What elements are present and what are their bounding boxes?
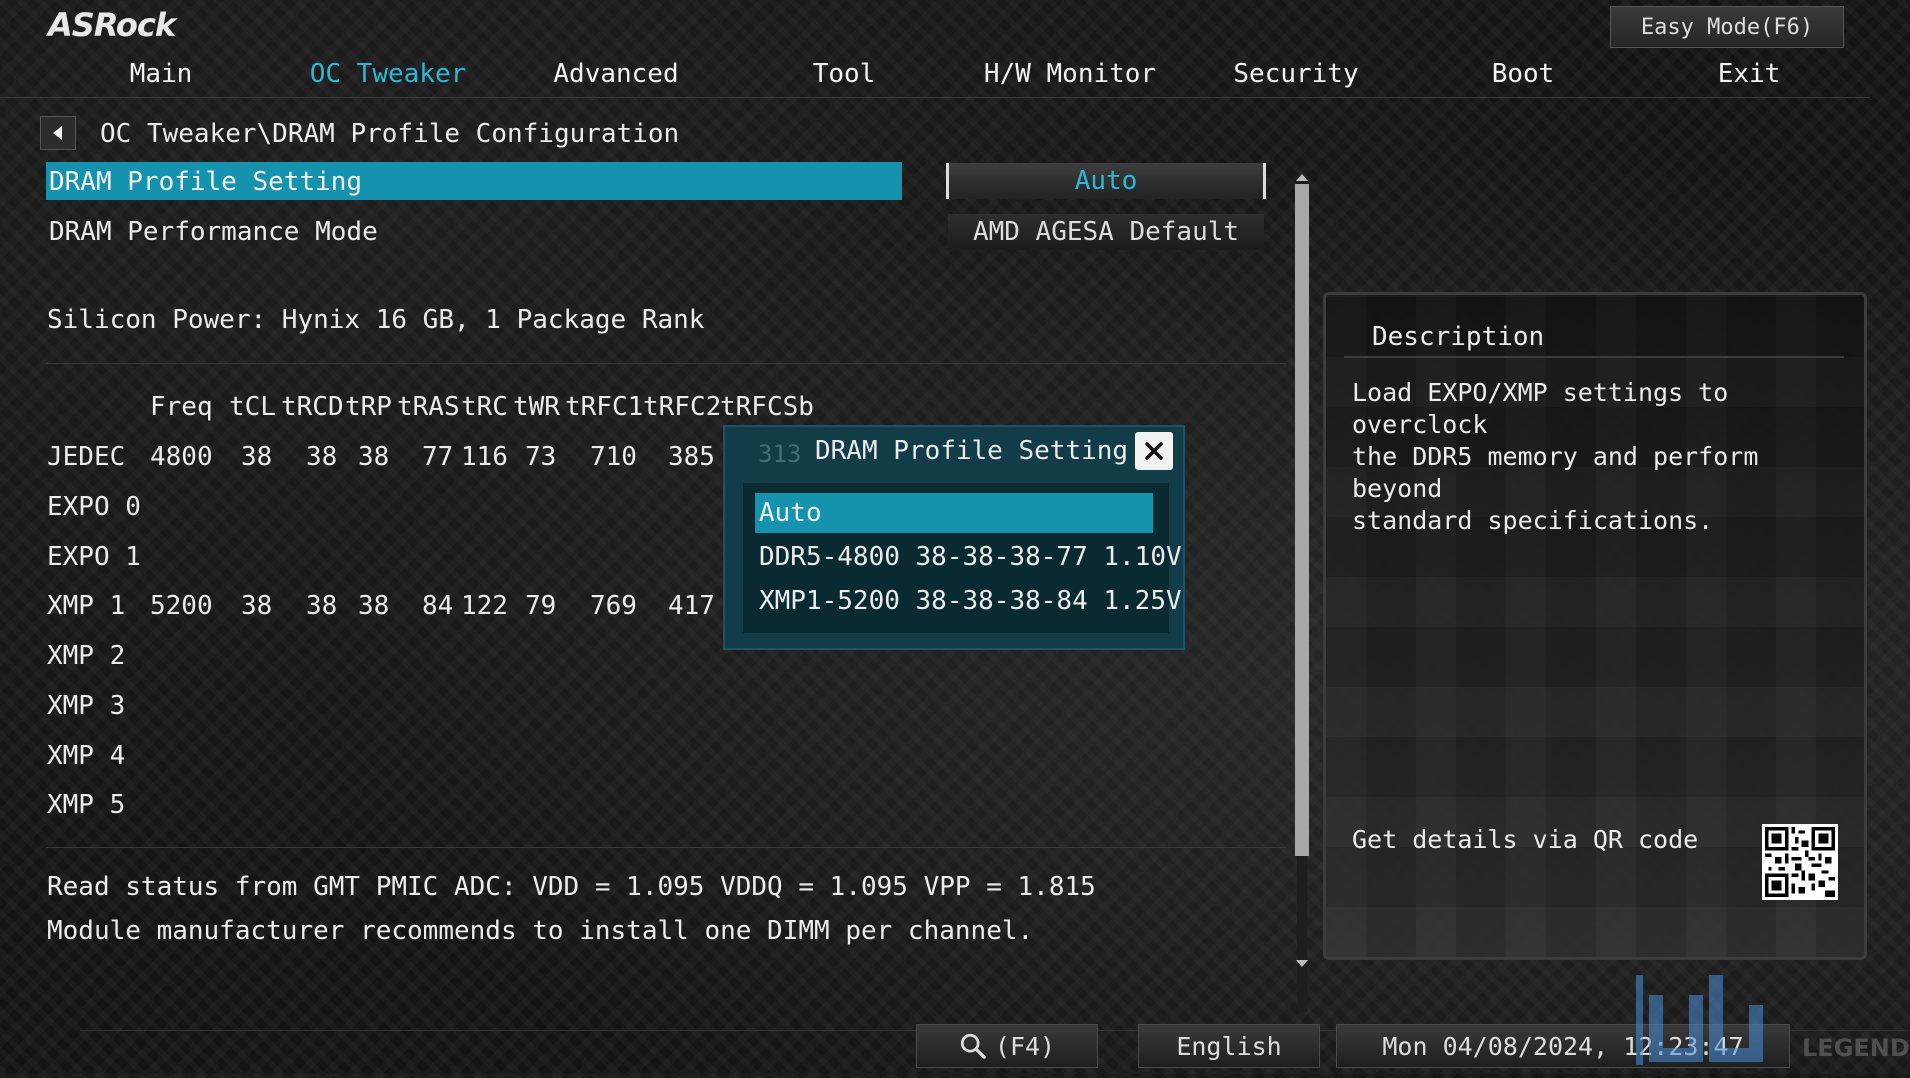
table-cell: 417 [668, 591, 715, 621]
scroll-down-icon[interactable] [1296, 960, 1308, 967]
table-cell: 79 [525, 591, 557, 621]
legend-watermark-logo: LEGEND [1629, 955, 1910, 1074]
divider [46, 363, 1286, 364]
table-cell: 77 [422, 442, 454, 472]
table-cell: 73 [525, 442, 557, 472]
breadcrumb: OC Tweaker\DRAM Profile Configuration [100, 119, 680, 149]
qr-code-icon [1762, 824, 1838, 900]
divider [1344, 356, 1844, 358]
option-ddr5-4800[interactable]: DDR5-4800 38-38-38-77 1.10V [755, 537, 1182, 577]
dram-performance-mode-label[interactable]: DRAM Performance Mode [49, 217, 378, 247]
row-label-expo1: EXPO 1 [47, 542, 141, 572]
col-header-trc: tRC [461, 392, 508, 422]
module-info: Silicon Power: Hynix 16 GB, 1 Package Ra… [47, 305, 705, 335]
search-button[interactable]: (F4) [916, 1024, 1098, 1068]
tab-oc-tweaker[interactable]: OC Tweaker [310, 59, 467, 89]
col-header-trp: tRP [345, 392, 392, 422]
option-xmp1-5200[interactable]: XMP1-5200 38-38-38-84 1.25V [755, 581, 1182, 621]
row-label-xmp3: XMP 3 [47, 691, 126, 721]
scroll-thumb[interactable] [1295, 184, 1309, 856]
tab-exit[interactable]: Exit [1718, 59, 1781, 89]
table-cell: 122 [461, 591, 508, 621]
tab-boot[interactable]: Boot [1492, 59, 1555, 89]
col-header-trcd: tRCD [281, 392, 344, 422]
easy-mode-button[interactable]: Easy Mode(F6) [1610, 6, 1844, 48]
divider [46, 847, 1286, 848]
row-label-jedec: JEDEC [47, 442, 126, 472]
description-title: Description [1372, 322, 1545, 352]
qr-label: Get details via QR code [1352, 825, 1699, 854]
table-cell: 38 [241, 442, 273, 472]
col-header-trfc1: tRFC1 [565, 392, 644, 422]
tab-advanced[interactable]: Advanced [553, 59, 678, 89]
col-header-twr: tWR [513, 392, 560, 422]
table-cell: 84 [422, 591, 454, 621]
asrock-logo: ASRock [48, 6, 176, 44]
tab-tool[interactable]: Tool [813, 59, 876, 89]
table-cell: 38 [241, 591, 273, 621]
dimm-recommendation-text: Module manufacturer recommends to instal… [47, 916, 1034, 946]
search-shortcut-label: (F4) [994, 1031, 1056, 1061]
watermark-text: LEGEND [1802, 1034, 1910, 1062]
tab-security[interactable]: Security [1233, 59, 1358, 89]
tab-main[interactable]: Main [130, 59, 193, 89]
language-button[interactable]: English [1138, 1024, 1320, 1068]
table-cell: 385 [668, 442, 715, 472]
table-cell: 4800 [150, 442, 213, 472]
row-label-xmp1: XMP 1 [47, 591, 126, 621]
search-icon [960, 1033, 986, 1059]
table-cell: 38 [306, 442, 338, 472]
close-button[interactable] [1135, 432, 1173, 470]
table-cell: 710 [590, 442, 637, 472]
row-label-xmp5: XMP 5 [47, 790, 126, 820]
row-label-xmp4: XMP 4 [47, 741, 126, 771]
col-header-trfcsb: tRFCSb [720, 392, 814, 422]
description-text: Load EXPO/XMP settings to overclock the … [1352, 378, 1759, 535]
table-cell: 769 [590, 591, 637, 621]
back-arrow-icon [53, 126, 62, 140]
row-label-expo0: EXPO 0 [47, 492, 141, 522]
dialog-option-list: Auto DDR5-4800 38-38-38-77 1.10V XMP1-52… [743, 483, 1182, 633]
table-cell: 5200 [150, 591, 213, 621]
row-label-xmp2: XMP 2 [47, 641, 126, 671]
close-icon [1145, 442, 1163, 460]
dram-performance-mode-value[interactable]: AMD AGESA Default [948, 214, 1264, 250]
table-cell: 38 [358, 442, 390, 472]
table-cell: 38 [358, 591, 390, 621]
scroll-up-icon[interactable] [1296, 174, 1308, 181]
col-header-tras: tRAS [397, 392, 460, 422]
col-header-trfc2: tRFC2 [643, 392, 722, 422]
pmic-status-text: Read status from GMT PMIC ADC: VDD = 1.0… [47, 872, 1096, 902]
main-tab-bar: Main OC Tweaker Advanced Tool H/W Monito… [0, 55, 1870, 98]
option-auto[interactable]: Auto [755, 493, 1153, 533]
tab-hw-monitor[interactable]: H/W Monitor [984, 59, 1156, 89]
scrollbar[interactable] [1293, 170, 1311, 1012]
dram-profile-setting-label[interactable]: DRAM Profile Setting [49, 167, 362, 197]
dram-profile-setting-value[interactable]: Auto [946, 163, 1266, 199]
dialog-title: DRAM Profile Setting [815, 436, 1129, 466]
table-cell-obscured: 313 [758, 440, 802, 468]
back-button[interactable] [40, 116, 76, 150]
col-header-tcl: tCL [229, 392, 276, 422]
table-cell: 116 [461, 442, 508, 472]
table-cell: 38 [306, 591, 338, 621]
col-header-freq: Freq [150, 392, 213, 422]
